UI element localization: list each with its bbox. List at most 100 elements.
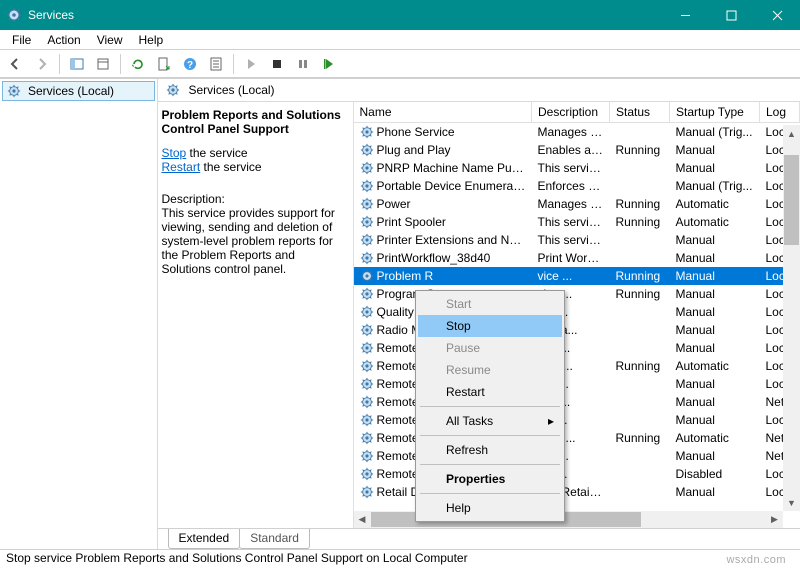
window-title: Services xyxy=(28,8,662,22)
context-menu: Start Stop Pause Resume Restart All Task… xyxy=(415,290,565,522)
col-description[interactable]: Description xyxy=(532,102,610,123)
service-name: Problem R xyxy=(377,269,434,283)
nav-services-local[interactable]: Services (Local) xyxy=(2,81,155,101)
col-name[interactable]: Name xyxy=(354,102,532,123)
cell-desc: Enables a c... xyxy=(532,141,610,159)
table-row[interactable]: Problem Rvice ...RunningManualLoc xyxy=(354,267,800,285)
ctx-pause[interactable]: Pause xyxy=(418,337,562,359)
titlebar: Services xyxy=(0,0,800,30)
ctx-help[interactable]: Help xyxy=(418,497,562,519)
gear-icon xyxy=(360,449,374,463)
table-row[interactable]: Portable Device Enumerator...Enforces gr… xyxy=(354,177,800,195)
scroll-right-icon[interactable]: ▶ xyxy=(766,511,783,528)
gear-icon xyxy=(166,83,180,97)
stop-link[interactable]: Stop xyxy=(162,146,187,160)
ctx-restart[interactable]: Restart xyxy=(418,381,562,403)
gear-icon xyxy=(360,251,374,265)
tab-extended[interactable]: Extended xyxy=(168,529,241,549)
export-button[interactable] xyxy=(91,52,115,76)
gear-icon xyxy=(360,233,374,247)
ctx-resume[interactable]: Resume xyxy=(418,359,562,381)
gear-icon xyxy=(360,413,374,427)
back-button[interactable] xyxy=(4,52,28,76)
scroll-down-icon[interactable]: ▼ xyxy=(783,494,800,511)
cell-desc: Manages p... xyxy=(532,195,610,213)
refresh-button[interactable] xyxy=(126,52,150,76)
cell-status xyxy=(610,483,670,501)
gear-icon xyxy=(360,287,374,301)
ctx-separator xyxy=(420,406,560,407)
show-hide-tree-button[interactable] xyxy=(65,52,89,76)
ctx-separator xyxy=(420,435,560,436)
menu-action[interactable]: Action xyxy=(39,31,88,49)
col-startup[interactable]: Startup Type xyxy=(670,102,760,123)
menu-help[interactable]: Help xyxy=(131,31,172,49)
forward-button[interactable] xyxy=(30,52,54,76)
status-bar: Stop service Problem Reports and Solutio… xyxy=(0,549,800,567)
ctx-all-tasks[interactable]: All Tasks▸ xyxy=(418,410,562,432)
ctx-stop[interactable]: Stop xyxy=(418,315,562,337)
maximize-button[interactable] xyxy=(708,0,754,30)
pause-service-button[interactable] xyxy=(291,52,315,76)
table-row[interactable]: Plug and PlayEnables a c...RunningManual… xyxy=(354,141,800,159)
table-row[interactable]: PrintWorkflow_38d40Print Workfl...Manual… xyxy=(354,249,800,267)
col-status[interactable]: Status xyxy=(610,102,670,123)
stop-service-button[interactable] xyxy=(265,52,289,76)
scroll-up-icon[interactable]: ▲ xyxy=(783,125,800,142)
gear-icon xyxy=(360,125,374,139)
minimize-button[interactable] xyxy=(662,0,708,30)
cell-status xyxy=(610,123,670,141)
service-name: PNRP Machine Name Publi... xyxy=(377,161,532,175)
cell-status xyxy=(610,411,670,429)
ctx-start[interactable]: Start xyxy=(418,293,562,315)
export-list-button[interactable] xyxy=(152,52,176,76)
table-row[interactable]: Print SpoolerThis service ...RunningAuto… xyxy=(354,213,800,231)
table-row[interactable]: Phone ServiceManages th...Manual (Trig..… xyxy=(354,123,800,141)
vertical-scrollbar[interactable]: ▲ ▼ xyxy=(783,125,800,511)
cell-startup: Manual xyxy=(670,339,760,357)
cell-startup: Manual xyxy=(670,159,760,177)
cell-desc: This service ... xyxy=(532,213,610,231)
cell-startup: Manual xyxy=(670,411,760,429)
close-button[interactable] xyxy=(754,0,800,30)
col-logon[interactable]: Log xyxy=(760,102,800,123)
desc-label: Description: xyxy=(162,192,347,206)
start-service-button[interactable] xyxy=(239,52,263,76)
cell-startup: Manual xyxy=(670,393,760,411)
gear-icon xyxy=(360,485,374,499)
menu-view[interactable]: View xyxy=(89,31,131,49)
tab-standard[interactable]: Standard xyxy=(239,529,310,549)
restart-service-button[interactable] xyxy=(317,52,341,76)
table-row[interactable]: PNRP Machine Name Publi...This service .… xyxy=(354,159,800,177)
nav-label: Services (Local) xyxy=(28,84,114,98)
restart-link[interactable]: Restart xyxy=(162,160,201,174)
gear-icon xyxy=(360,359,374,373)
cell-status xyxy=(610,249,670,267)
help-button[interactable]: ? xyxy=(178,52,202,76)
scroll-left-icon[interactable]: ◀ xyxy=(354,511,371,528)
menu-file[interactable]: File xyxy=(4,31,39,49)
service-name: Print Spooler xyxy=(377,215,446,229)
ctx-properties[interactable]: Properties xyxy=(418,468,562,490)
properties-button[interactable] xyxy=(204,52,228,76)
scroll-thumb[interactable] xyxy=(784,155,799,245)
ctx-separator xyxy=(420,493,560,494)
service-name: PrintWorkflow_38d40 xyxy=(377,251,491,265)
cell-status: Running xyxy=(610,141,670,159)
service-name: Portable Device Enumerator... xyxy=(377,179,532,193)
cell-status xyxy=(610,447,670,465)
service-name: Power xyxy=(377,197,411,211)
cell-status xyxy=(610,177,670,195)
gear-icon xyxy=(360,323,374,337)
ctx-refresh[interactable]: Refresh xyxy=(418,439,562,461)
ctx-separator xyxy=(420,464,560,465)
table-row[interactable]: Printer Extensions and Notif...This serv… xyxy=(354,231,800,249)
gear-icon xyxy=(360,395,374,409)
svg-text:?: ? xyxy=(187,60,193,71)
table-row[interactable]: PowerManages p...RunningAutomaticLoc xyxy=(354,195,800,213)
cell-desc: Enforces gr... xyxy=(532,177,610,195)
gear-icon xyxy=(360,269,374,283)
cell-startup: Automatic xyxy=(670,357,760,375)
cell-status xyxy=(610,321,670,339)
cell-startup: Manual xyxy=(670,141,760,159)
